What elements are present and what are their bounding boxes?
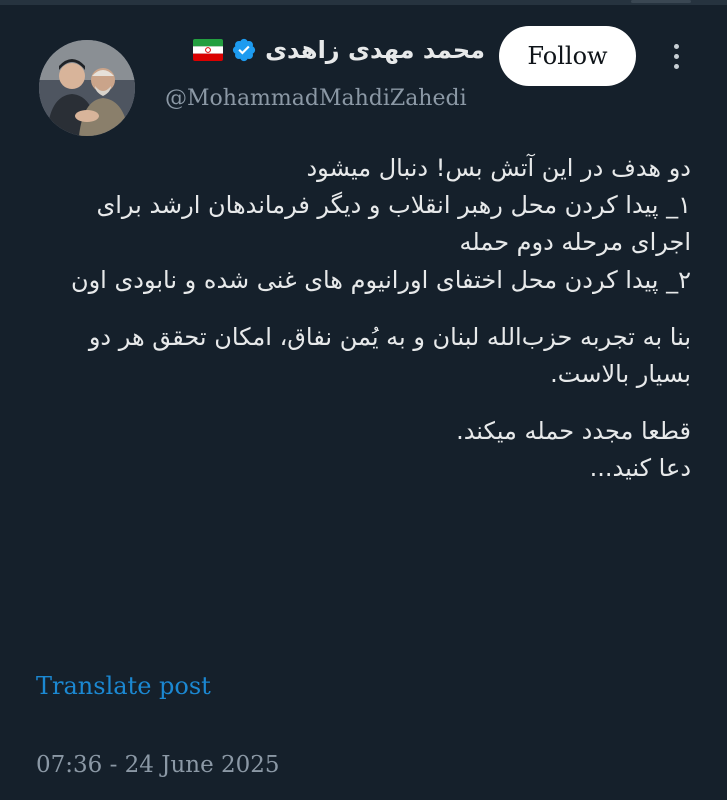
author-display-name[interactable]: محمد مهدی زاهدی: [265, 36, 485, 64]
follow-button[interactable]: Follow: [499, 26, 636, 86]
more-dot: [673, 43, 679, 49]
scrollbar-thumb[interactable]: [631, 0, 691, 3]
tweet-text: دو هدف در این آتش بس! دنبال میشود ۱_ پید…: [31, 150, 691, 488]
more-dot: [673, 53, 679, 59]
top-divider: [0, 0, 727, 5]
author-name-row: محمد مهدی زاهدی: [193, 36, 485, 64]
avatar-photo: [39, 40, 135, 136]
iran-flag-icon: [193, 39, 224, 61]
more-vertical-icon[interactable]: [666, 38, 686, 74]
tweet-paragraph: قطعا مجدد حمله میکند. دعا کنید...: [456, 417, 691, 483]
tweet-paragraph: دو هدف در این آتش بس! دنبال میشود ۱_ پید…: [70, 154, 691, 294]
author-handle[interactable]: @MohammadMahdiZahedi: [165, 86, 467, 111]
tweet-paragraph: بنا به تجربه حزب‌الله لبنان و به یُمن نف…: [88, 322, 691, 388]
avatar[interactable]: [39, 40, 135, 136]
translate-post-link[interactable]: Translate post: [36, 672, 211, 700]
more-dot: [673, 63, 679, 69]
verified-badge-icon: [231, 37, 257, 63]
tweet-timestamp[interactable]: 07:36 - 24 June 2025: [36, 752, 280, 778]
